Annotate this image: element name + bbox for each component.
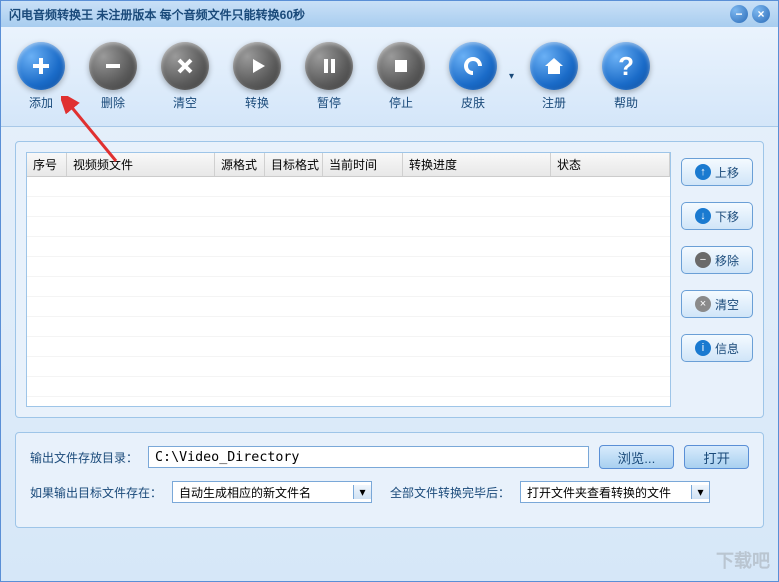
col-progress[interactable]: 转换进度 bbox=[403, 153, 551, 176]
list-panel: 序号 视频频文件 源格式 目标格式 当前时间 转换进度 状态 ↑上移 ↓下移 −… bbox=[15, 141, 764, 418]
stop-button[interactable]: 停止 bbox=[377, 42, 425, 111]
register-button[interactable]: 注册 bbox=[530, 42, 578, 111]
output-panel: 输出文件存放目录： 浏览... 打开 如果输出目标文件存在： 自动生成相应的新文… bbox=[15, 432, 764, 528]
skin-dropdown-arrow[interactable]: ▾ bbox=[509, 71, 514, 82]
ifexist-label: 如果输出目标文件存在： bbox=[30, 484, 162, 501]
side-buttons: ↑上移 ↓下移 −移除 ×清空 i信息 bbox=[681, 152, 753, 407]
col-curtime[interactable]: 当前时间 bbox=[323, 153, 403, 176]
arrow-down-icon: ↓ bbox=[695, 208, 711, 224]
add-button[interactable]: 添加 bbox=[17, 42, 65, 111]
arrow-up-icon: ↑ bbox=[695, 164, 711, 180]
move-down-button[interactable]: ↓下移 bbox=[681, 202, 753, 230]
col-tgtfmt[interactable]: 目标格式 bbox=[265, 153, 323, 176]
open-button[interactable]: 打开 bbox=[684, 445, 749, 469]
pause-icon bbox=[305, 42, 353, 90]
x-icon: × bbox=[695, 296, 711, 312]
x-icon bbox=[161, 42, 209, 90]
help-button[interactable]: ? 帮助 bbox=[602, 42, 650, 111]
file-table[interactable]: 序号 视频频文件 源格式 目标格式 当前时间 转换进度 状态 bbox=[26, 152, 671, 407]
move-up-button[interactable]: ↑上移 bbox=[681, 158, 753, 186]
chevron-down-icon: ▾ bbox=[691, 485, 709, 499]
delete-button[interactable]: 删除 bbox=[89, 42, 137, 111]
watermark: 下载吧 bbox=[716, 547, 770, 573]
table-header: 序号 视频频文件 源格式 目标格式 当前时间 转换进度 状态 bbox=[27, 153, 670, 177]
stop-icon bbox=[377, 42, 425, 90]
afterall-label: 全部文件转换完毕后： bbox=[390, 484, 510, 501]
question-icon: ? bbox=[602, 42, 650, 90]
outdir-input[interactable] bbox=[148, 446, 589, 468]
info-button[interactable]: i信息 bbox=[681, 334, 753, 362]
toolbar: 添加 删除 清空 转换 暂停 停止 皮肤 ▾ 注册 bbox=[1, 27, 778, 127]
afterall-combo[interactable]: 打开文件夹查看转换的文件 ▾ bbox=[520, 481, 710, 503]
window-title: 闪电音频转换王 未注册版本 每个音频文件只能转换60秒 bbox=[9, 6, 726, 23]
col-seq[interactable]: 序号 bbox=[27, 153, 67, 176]
col-srcfmt[interactable]: 源格式 bbox=[215, 153, 265, 176]
app-window: 闪电音频转换王 未注册版本 每个音频文件只能转换60秒 − × 添加 删除 清空… bbox=[0, 0, 779, 582]
table-body[interactable] bbox=[27, 177, 670, 407]
close-button[interactable]: × bbox=[752, 5, 770, 23]
pause-button[interactable]: 暂停 bbox=[305, 42, 353, 111]
home-icon bbox=[530, 42, 578, 90]
info-icon: i bbox=[695, 340, 711, 356]
ifexist-combo[interactable]: 自动生成相应的新文件名 ▾ bbox=[172, 481, 372, 503]
skin-icon bbox=[449, 42, 497, 90]
col-file[interactable]: 视频频文件 bbox=[67, 153, 215, 176]
skin-button[interactable]: 皮肤 bbox=[449, 42, 497, 111]
content-area: 序号 视频频文件 源格式 目标格式 当前时间 转换进度 状态 ↑上移 ↓下移 −… bbox=[1, 127, 778, 542]
col-status[interactable]: 状态 bbox=[551, 153, 670, 176]
remove-button[interactable]: −移除 bbox=[681, 246, 753, 274]
clear-side-button[interactable]: ×清空 bbox=[681, 290, 753, 318]
minus-icon: − bbox=[695, 252, 711, 268]
outdir-label: 输出文件存放目录： bbox=[30, 449, 138, 466]
clear-button[interactable]: 清空 bbox=[161, 42, 209, 111]
plus-icon bbox=[17, 42, 65, 90]
minus-icon bbox=[89, 42, 137, 90]
play-icon bbox=[233, 42, 281, 90]
convert-button[interactable]: 转换 bbox=[233, 42, 281, 111]
browse-button[interactable]: 浏览... bbox=[599, 445, 675, 469]
minimize-button[interactable]: − bbox=[730, 5, 748, 23]
chevron-down-icon: ▾ bbox=[353, 485, 371, 499]
titlebar: 闪电音频转换王 未注册版本 每个音频文件只能转换60秒 − × bbox=[1, 1, 778, 27]
